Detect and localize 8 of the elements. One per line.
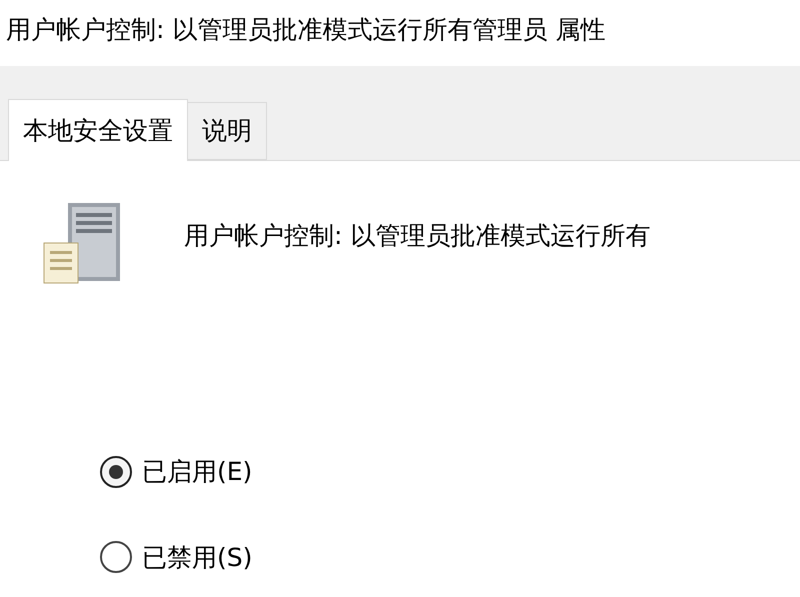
radio-option[interactable]: 已启用(E) xyxy=(100,453,800,490)
radio-button[interactable] xyxy=(100,541,132,574)
radio-button[interactable] xyxy=(100,456,132,488)
tab[interactable]: 说明 xyxy=(188,102,267,160)
policy-name: 用户帐户控制: 以管理员批准模式运行所有 xyxy=(184,220,650,252)
window-title: 用户帐户控制: 以管理员批准模式运行所有管理员 属性 xyxy=(6,14,606,46)
tab[interactable]: 本地安全设置 xyxy=(8,99,188,161)
radio-option[interactable]: 已禁用(S) xyxy=(100,538,800,576)
